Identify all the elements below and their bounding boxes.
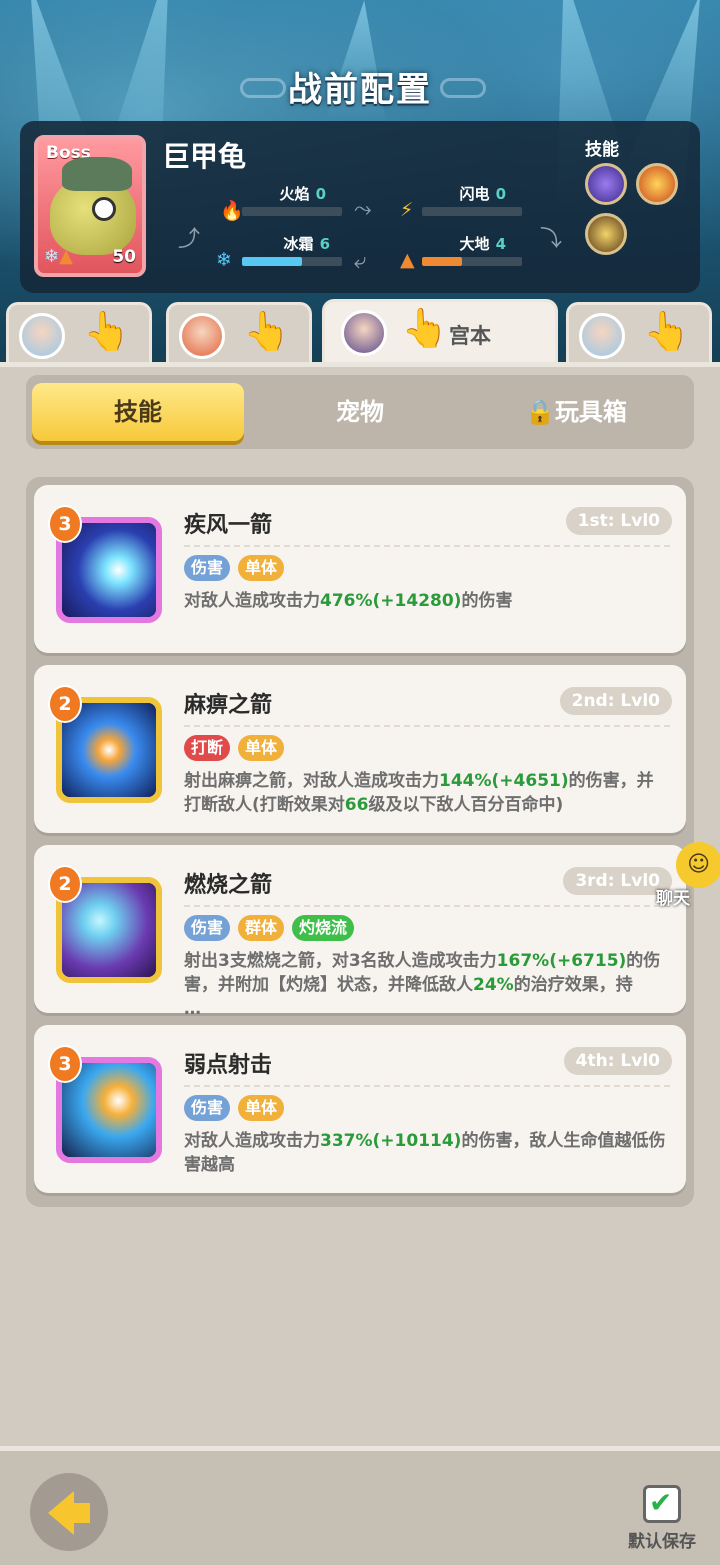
skill-tag: 灼烧流	[292, 915, 355, 941]
hero-avatar	[19, 313, 65, 359]
hero-avatar	[341, 310, 387, 356]
hero-tab-1[interactable]: 👆	[6, 302, 152, 364]
hand-pointer-icon: 👆	[83, 309, 131, 353]
chat-label: 聊天	[656, 889, 690, 909]
stat-fire-value: 0	[315, 185, 326, 203]
skill-tag: 群体	[238, 915, 285, 941]
content-panel: 技能 宠物 🔒玩具箱 3 疾风一箭 1st: Lvl0 伤害 单体 对敌人造成攻…	[0, 362, 720, 1451]
hero-tab-3[interactable]: 👆 宫本	[322, 299, 558, 365]
swap-arrow-icon: ⤴	[178, 227, 201, 252]
hero-avatar	[179, 313, 225, 359]
boss-eye	[92, 197, 116, 221]
skill-description: 对敌人造成攻击力337%(+10114)的伤害，敌人生命值越低伤 害越高	[184, 1131, 666, 1175]
section-tabs: 技能 宠物 🔒玩具箱	[26, 375, 694, 449]
tab-toybox-label: 玩具箱	[554, 398, 627, 426]
boss-name: 巨甲龟	[162, 140, 247, 173]
skill-card-2[interactable]: 2 麻痹之箭 2nd: Lvl0 打断 单体 射出麻痹之箭，对敌人造成攻击力14…	[34, 665, 686, 833]
skill-tag: 单体	[238, 555, 285, 581]
divider	[184, 905, 670, 907]
skill-name: 麻痹之箭	[184, 693, 273, 718]
skills-list: 3 疾风一箭 1st: Lvl0 伤害 单体 对敌人造成攻击力476%(+142…	[26, 477, 694, 1207]
stat-frost-label: 冰霜	[283, 235, 314, 253]
tab-toybox[interactable]: 🔒玩具箱	[466, 383, 686, 441]
stat-earth: 大地 4 ▲	[400, 233, 550, 273]
stat-fire: 火焰 0 🔥	[220, 183, 370, 223]
page-title: 战前配置	[288, 70, 432, 110]
hand-pointer-icon: 👆	[401, 306, 449, 350]
hand-pointer-icon: 👆	[243, 309, 291, 353]
skill-card-1[interactable]: 3 疾风一箭 1st: Lvl0 伤害 单体 对敌人造成攻击力476%(+142…	[34, 485, 686, 653]
frost-earth-icon: ❄▲	[44, 246, 73, 267]
stat-earth-label: 大地	[459, 235, 490, 253]
stat-fire-bar	[242, 207, 342, 216]
divider	[184, 1085, 670, 1087]
stat-lightning: 闪电 0 ⚡	[400, 183, 550, 223]
stat-frost-bar	[242, 257, 342, 266]
lightning-icon: ⚡	[400, 199, 414, 221]
smiley-icon: ☺	[687, 852, 710, 877]
chat-button[interactable]: ☺ 聊天	[650, 842, 720, 912]
swap-arrow-icon: ⤶	[354, 249, 367, 274]
skill-card-3[interactable]: 2 燃烧之箭 3rd: Lvl0 伤害 群体 灼烧流 射出3支燃烧之箭，对3名敌…	[34, 845, 686, 1019]
divider	[184, 545, 670, 547]
boss-skill-crown-icon[interactable]	[636, 163, 678, 205]
tab-skills[interactable]: 技能	[32, 383, 244, 441]
skill-name: 弱点射击	[184, 1053, 273, 1078]
back-button[interactable]	[30, 1473, 108, 1551]
skill-level-badge: 2	[48, 685, 82, 723]
default-save-toggle[interactable]: ✔ 默认保存	[622, 1485, 702, 1552]
hero-tab-2[interactable]: 👆	[166, 302, 312, 364]
skill-level-badge: 2	[48, 865, 82, 903]
boss-skill-monster-icon[interactable]	[585, 213, 627, 255]
stat-fire-label: 火焰	[279, 185, 310, 203]
skill-rank: 4th: Lvl0	[563, 1047, 672, 1075]
boss-skill-vortex-icon[interactable]	[585, 163, 627, 205]
skill-description: 对敌人造成攻击力476%(+14280)的伤害	[184, 591, 513, 611]
stat-lightning-value: 0	[495, 185, 506, 203]
hand-pointer-icon: 👆	[643, 309, 691, 353]
checkbox-checked-icon: ✔	[643, 1485, 681, 1523]
mountain-icon: ▲	[400, 249, 415, 271]
back-arrow-shaft	[68, 1503, 90, 1523]
skill-tag: 打断	[184, 735, 231, 761]
skill-tag: 伤害	[184, 555, 231, 581]
stat-frost: 冰霜 6 ❄	[216, 233, 366, 273]
boss-level: 50	[112, 247, 136, 267]
swap-arrow-icon: ⤵	[540, 227, 563, 252]
snowflake-icon: ❄	[216, 249, 232, 271]
skill-card-4[interactable]: 3 弱点射击 4th: Lvl0 伤害 单体 对敌人造成攻击力337%(+101…	[34, 1025, 686, 1193]
hero-tab-4[interactable]: 👆	[566, 302, 712, 364]
stat-earth-value: 4	[495, 235, 506, 253]
stat-lightning-label: 闪电	[459, 185, 490, 203]
skill-description: 射出麻痹之箭，对敌人造成攻击力144%(+4651)的伤害，并 打断敌人(打断效…	[184, 771, 654, 815]
boss-portrait[interactable]: Boss ❄▲ 50	[34, 135, 146, 277]
tab-pets[interactable]: 宠物	[266, 383, 454, 441]
skill-description: 射出3支燃烧之箭，对3名敌人造成攻击力167%(+6715)的伤 害，并附加【灼…	[184, 951, 661, 1019]
default-save-label: 默认保存	[628, 1532, 696, 1552]
hero-name: 宫本	[449, 324, 491, 348]
stat-frost-value: 6	[319, 235, 330, 253]
stat-lightning-bar	[422, 207, 522, 216]
skill-name: 燃烧之箭	[184, 873, 273, 898]
boss-skills-label: 技能	[585, 140, 619, 160]
skill-rank: 1st: Lvl0	[565, 507, 672, 535]
skill-tag: 伤害	[184, 1095, 231, 1121]
boss-info-panel: Boss ❄▲ 50 巨甲龟 火焰 0 🔥 闪电 0 ⚡ 冰霜 6 ❄ 大地 4 ▲ ⤳…	[20, 121, 700, 293]
boss-hat	[62, 157, 132, 191]
divider	[184, 725, 670, 727]
skill-name: 疾风一箭	[184, 513, 273, 538]
hero-avatar	[579, 313, 625, 359]
swap-arrow-icon: ⤳	[354, 197, 372, 222]
skill-tag: 单体	[238, 735, 285, 761]
skill-level-badge: 3	[48, 505, 82, 543]
skill-tag: 单体	[238, 1095, 285, 1121]
fire-icon: 🔥	[220, 200, 244, 222]
skill-tag: 伤害	[184, 915, 231, 941]
bottom-bar: ✔ 默认保存	[0, 1446, 720, 1565]
skill-rank: 2nd: Lvl0	[559, 687, 672, 715]
lock-icon: 🔒	[525, 398, 555, 426]
skill-level-badge: 3	[48, 1045, 82, 1083]
stat-earth-bar	[422, 257, 522, 266]
